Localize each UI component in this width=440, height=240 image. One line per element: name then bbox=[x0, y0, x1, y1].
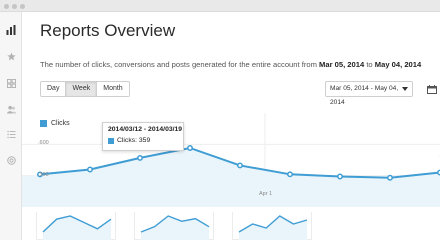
page-description: The number of clicks, conversions and po… bbox=[40, 60, 421, 69]
x-tick-label: Apr 1 bbox=[259, 191, 273, 197]
sidebar-item-help[interactable] bbox=[0, 149, 22, 171]
y-tick-label: .600 bbox=[38, 140, 49, 147]
bar-chart-icon bbox=[6, 25, 16, 35]
description-connector: to bbox=[364, 60, 375, 69]
sparkline-chart bbox=[42, 215, 112, 240]
range-day-button[interactable]: Day bbox=[41, 82, 67, 96]
clicks-chart bbox=[22, 113, 440, 207]
description-prefix: The number of clicks, conversions and po… bbox=[40, 60, 320, 69]
window-maximize-dot[interactable] bbox=[20, 4, 25, 9]
tooltip-row: Clicks: 359 bbox=[108, 137, 178, 144]
description-start-date: Mar 05, 2014 bbox=[319, 60, 365, 69]
data-point[interactable] bbox=[137, 154, 143, 161]
sparkline-card[interactable] bbox=[36, 212, 116, 240]
legend-label: Clicks bbox=[51, 120, 70, 127]
chart-legend[interactable]: Clicks bbox=[40, 120, 70, 127]
sparkline-card[interactable] bbox=[134, 212, 214, 240]
sparkline-card[interactable] bbox=[232, 212, 312, 240]
range-segmented-control: Day Week Month bbox=[40, 81, 130, 97]
tooltip-value: Clicks: 359 bbox=[117, 137, 151, 144]
range-month-button[interactable]: Month bbox=[97, 82, 129, 96]
date-range-value: Mar 05, 2014 - May 04, 2014 bbox=[330, 85, 399, 106]
data-point[interactable] bbox=[87, 166, 93, 173]
sparkline-row bbox=[22, 212, 440, 240]
legend-swatch bbox=[40, 120, 47, 127]
chart-tooltip: 2014/03/12 - 2014/03/19 Clicks: 359 bbox=[102, 122, 184, 151]
page-title: Reports Overview bbox=[40, 21, 176, 40]
data-point[interactable] bbox=[337, 173, 343, 180]
grid-icon bbox=[6, 78, 16, 88]
tooltip-title: 2014/03/12 - 2014/03/19 bbox=[108, 126, 183, 133]
sidebar-item-favorites[interactable] bbox=[0, 45, 22, 67]
users-icon bbox=[6, 105, 16, 114]
list-icon bbox=[6, 130, 16, 138]
range-week-button[interactable]: Week bbox=[66, 82, 98, 96]
sidebar-item-users[interactable] bbox=[0, 98, 22, 120]
sidebar-item-dashboard[interactable] bbox=[0, 72, 22, 94]
calendar-icon[interactable] bbox=[427, 85, 437, 94]
sidebar-item-reports[interactable] bbox=[0, 19, 22, 41]
window-close-dot[interactable] bbox=[4, 4, 9, 9]
data-point[interactable] bbox=[287, 171, 293, 178]
date-range-select[interactable]: Mar 05, 2014 - May 04, 2014 bbox=[325, 81, 413, 106]
help-icon bbox=[6, 155, 16, 165]
description-end-date: May 04, 2014 bbox=[374, 60, 422, 69]
data-point[interactable] bbox=[237, 162, 243, 169]
sparkline-area bbox=[239, 216, 307, 240]
star-icon bbox=[6, 51, 16, 60]
data-point[interactable] bbox=[387, 174, 393, 181]
sidebar bbox=[0, 12, 22, 240]
window-minimize-dot[interactable] bbox=[12, 4, 17, 9]
data-point[interactable] bbox=[187, 145, 193, 151]
window-titlebar bbox=[0, 0, 440, 12]
chevron-down-icon bbox=[402, 87, 408, 91]
sparkline-chart bbox=[238, 215, 308, 240]
y-tick-label: .300 bbox=[38, 171, 49, 178]
tooltip-swatch bbox=[108, 137, 114, 144]
sidebar-item-lists[interactable] bbox=[0, 123, 22, 145]
sparkline-chart bbox=[140, 215, 210, 240]
